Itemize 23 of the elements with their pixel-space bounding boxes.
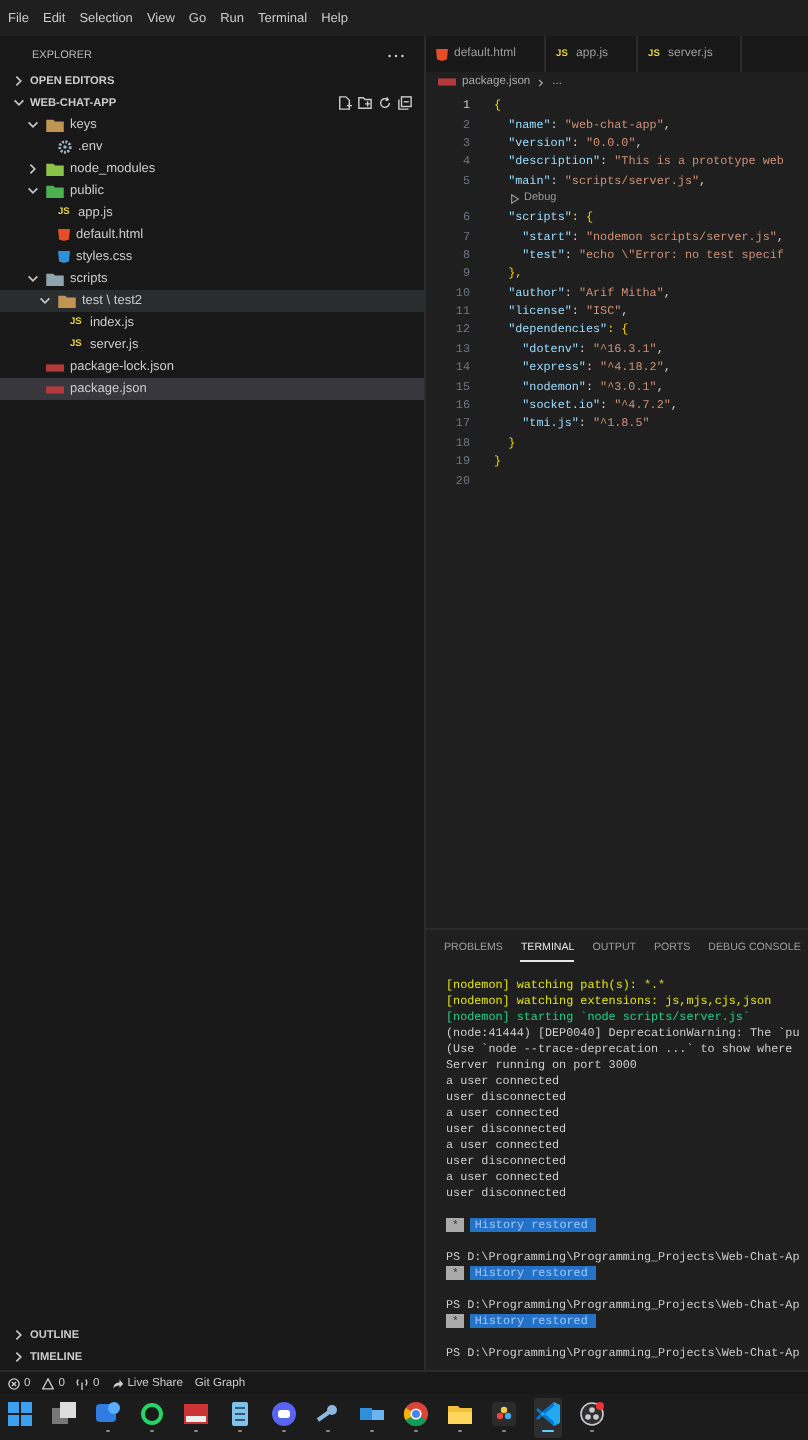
new-folder-icon[interactable] [358, 96, 372, 110]
new-file-icon[interactable] [338, 96, 352, 110]
html-file-icon [436, 47, 448, 61]
warning-icon [42, 1377, 55, 1389]
play-icon [510, 193, 520, 204]
browser-icon[interactable] [402, 1397, 430, 1437]
chevron-icon [536, 77, 547, 87]
share-arrow-icon [111, 1377, 124, 1389]
error-icon [8, 1377, 20, 1389]
refresh-icon[interactable] [378, 96, 392, 110]
code-editor-icon[interactable] [534, 1397, 562, 1437]
collapse-icon[interactable] [398, 96, 412, 110]
gear-icon [58, 140, 72, 154]
editing-app-icon[interactable] [490, 1397, 518, 1437]
css-file-icon [58, 250, 70, 264]
record-icon[interactable] [578, 1397, 606, 1437]
html-file-icon [58, 228, 70, 242]
chat-bubble-icon[interactable] [94, 1397, 122, 1437]
package-file-icon [438, 78, 456, 86]
gamepad-icon[interactable] [270, 1397, 298, 1437]
phone-bubble-icon[interactable] [138, 1397, 166, 1437]
notepad-icon[interactable] [226, 1397, 254, 1437]
antenna-icon [76, 1377, 89, 1389]
